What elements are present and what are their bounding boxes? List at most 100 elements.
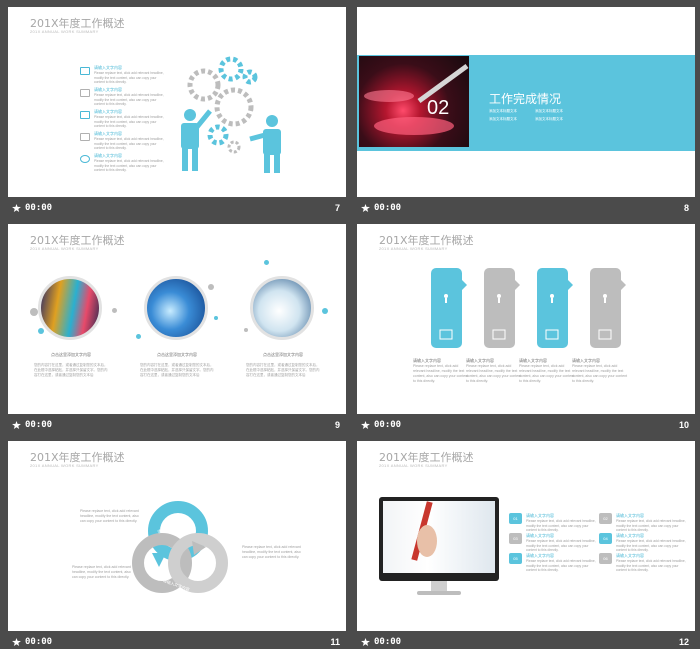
bullet-item: 添加文本标题文本 xyxy=(489,109,517,113)
slide-footer: 00:00 7 xyxy=(8,197,346,219)
caption-text: 您的内容打在这里，或者通过复制您的文本后，在此框中选择粘贴，并选择只保留文字。您… xyxy=(140,363,214,377)
slide-canvas: 201X年度工作概述 201X ANNUAL WORK SUMMARY 请输入文… xyxy=(8,7,346,197)
step-caption: 请输入文字内容 Please replace text, click add r… xyxy=(413,358,471,384)
monitor-icon xyxy=(80,67,90,75)
caption-text: 您的内容打在这里，或者通过复制您的文本后，在此框中选择粘贴，并选择只保留文字。您… xyxy=(246,363,320,377)
slide-canvas: 02 工作完成情况 添加文本标题文本 添加文本标题文本 添加文本标题文本 添加文… xyxy=(357,7,695,197)
item-text: Please replace text, click add relevant … xyxy=(526,539,596,552)
timing-indicator: 00:00 xyxy=(12,203,52,213)
slide-subtitle: 201X ANNUAL WORK SUMMARY xyxy=(30,463,99,468)
slide-number: 7 xyxy=(334,203,340,213)
diagram-text: Please replace text, click add relevant … xyxy=(242,545,301,559)
caption-block: 点击这里添加文字内容 您的内容打在这里，或者通过复制您的文本后，在此框中选择粘贴… xyxy=(34,352,108,378)
monitor-base xyxy=(417,591,461,595)
transition-star-icon xyxy=(361,204,370,212)
monitor-screen-photo xyxy=(383,501,495,573)
slide-canvas: 201X年度工作概述 201X ANNUAL WORK SUMMARY 请输入文… xyxy=(8,441,346,631)
cycle-arrows-diagram: 请输入文字内容 请输入文字内容 xyxy=(132,501,228,593)
slide-canvas: 201X年度工作概述 201X ANNUAL WORK SUMMARY 请输入文… xyxy=(357,224,695,414)
slide-number: 9 xyxy=(334,420,340,430)
step-text: Please replace text, click add relevant … xyxy=(413,364,469,383)
decor-dot xyxy=(214,316,218,320)
transition-star-icon xyxy=(361,421,370,429)
item-number: 04 xyxy=(599,533,612,544)
slide-number: 12 xyxy=(678,637,689,647)
decor-dot xyxy=(136,334,141,339)
lab-pipette-photo: 02 xyxy=(359,56,469,147)
slide-number: 8 xyxy=(683,203,689,213)
timing-label: 00:00 xyxy=(25,637,53,647)
slide-number: 10 xyxy=(678,420,689,430)
step-caption: 请输入文字内容 Please replace text, click add r… xyxy=(466,358,524,384)
timing-indicator: 00:00 xyxy=(361,637,401,647)
bullet-item: 添加文本标题文本 xyxy=(535,109,563,113)
slide-canvas: 201X年度工作概述 201X ANNUAL WORK SUMMARY 01 请… xyxy=(357,441,695,631)
item-number: 05 xyxy=(509,553,522,564)
step-caption: 请输入文字内容 Please replace text, click add r… xyxy=(519,358,577,384)
timing-label: 00:00 xyxy=(374,420,402,430)
timing-indicator: 00:00 xyxy=(12,420,52,430)
slide-canvas: 201X年度工作概述 201X ANNUAL WORK SUMMARY 点击这里… xyxy=(8,224,346,414)
timing-label: 00:00 xyxy=(374,203,402,213)
slide-footer: 00:00 12 xyxy=(357,631,695,649)
caption-heading: 点击这里添加文字内容 xyxy=(157,352,197,357)
slide-footer: 00:00 8 xyxy=(357,197,695,219)
decor-dot xyxy=(208,284,214,290)
lab-worker-photo xyxy=(144,276,208,340)
step-caption: 请输入文字内容 Please replace text, click add r… xyxy=(572,358,630,384)
item-text: Please replace text, click add relevant … xyxy=(616,559,686,572)
scientist-photo xyxy=(250,276,314,340)
document-icon xyxy=(80,111,90,119)
decor-dot xyxy=(30,308,38,316)
section-title: 工作完成情况 xyxy=(489,92,562,106)
lab-tubes-photo xyxy=(38,276,102,340)
slide-footer: 00:00 11 xyxy=(8,631,346,649)
item-text: Please replace text, click add relevant … xyxy=(526,559,596,572)
transition-star-icon xyxy=(12,421,21,429)
item-text: Please replace text, click add relevant … xyxy=(526,519,596,532)
step-text: Please replace text, click add relevant … xyxy=(466,364,522,383)
item-text: Please replace text, click add relevant … xyxy=(94,115,164,128)
caption-text: 您的内容打在这里，或者通过复制您的文本后，在此框中选择粘贴，并选择只保留文字。您… xyxy=(34,363,108,377)
gears-teamwork-illustration xyxy=(181,56,281,173)
section-number: 02 xyxy=(427,97,450,119)
item-number: 06 xyxy=(599,553,612,564)
chart-icon xyxy=(80,133,90,141)
timing-indicator: 00:00 xyxy=(361,420,401,430)
bullet-item: 添加文本标题文本 xyxy=(489,117,517,121)
slide-subtitle: 201X ANNUAL WORK SUMMARY xyxy=(379,246,448,251)
caption-block: 点击这里添加文字内容 您的内容打在这里，或者通过复制您的文本后，在此框中选择粘贴… xyxy=(246,352,320,378)
gauge-icon xyxy=(80,155,90,163)
bullet-item: 添加文本标题文本 xyxy=(535,117,563,121)
slide-footer: 00:00 9 xyxy=(8,414,346,436)
item-text: Please replace text, click add relevant … xyxy=(94,71,164,84)
item-text: Please replace text, click add relevant … xyxy=(94,93,164,106)
item-number: 02 xyxy=(599,513,612,524)
decor-dot xyxy=(244,328,248,332)
caption-heading: 点击这里添加文字内容 xyxy=(263,352,303,357)
step-icons xyxy=(439,294,612,340)
timing-label: 00:00 xyxy=(25,420,53,430)
item-number: 01 xyxy=(509,513,522,524)
decor-dot xyxy=(38,328,44,334)
step-text: Please replace text, click add relevant … xyxy=(572,364,628,383)
diagram-text: Please replace text, click add relevant … xyxy=(72,565,131,579)
diagram-text: Please replace text, click add relevant … xyxy=(80,509,139,523)
monitor-stand xyxy=(431,581,447,591)
slide-footer: 00:00 10 xyxy=(357,414,695,436)
decor-dot xyxy=(264,260,269,265)
decor-dot xyxy=(112,308,117,313)
item-text: Please replace text, click add relevant … xyxy=(616,539,686,552)
item-text: Please replace text, click add relevant … xyxy=(616,519,686,532)
monitor-frame xyxy=(379,497,499,581)
transition-star-icon xyxy=(361,638,370,646)
timing-label: 00:00 xyxy=(25,203,53,213)
timing-indicator: 00:00 xyxy=(12,637,52,647)
step-text: Please replace text, click add relevant … xyxy=(519,364,575,383)
timing-label: 00:00 xyxy=(374,637,402,647)
slide-subtitle: 201X ANNUAL WORK SUMMARY xyxy=(379,463,448,468)
item-number: 03 xyxy=(509,533,522,544)
transition-star-icon xyxy=(12,638,21,646)
camera-icon xyxy=(80,89,90,97)
slide-subtitle: 201X ANNUAL WORK SUMMARY xyxy=(30,246,99,251)
